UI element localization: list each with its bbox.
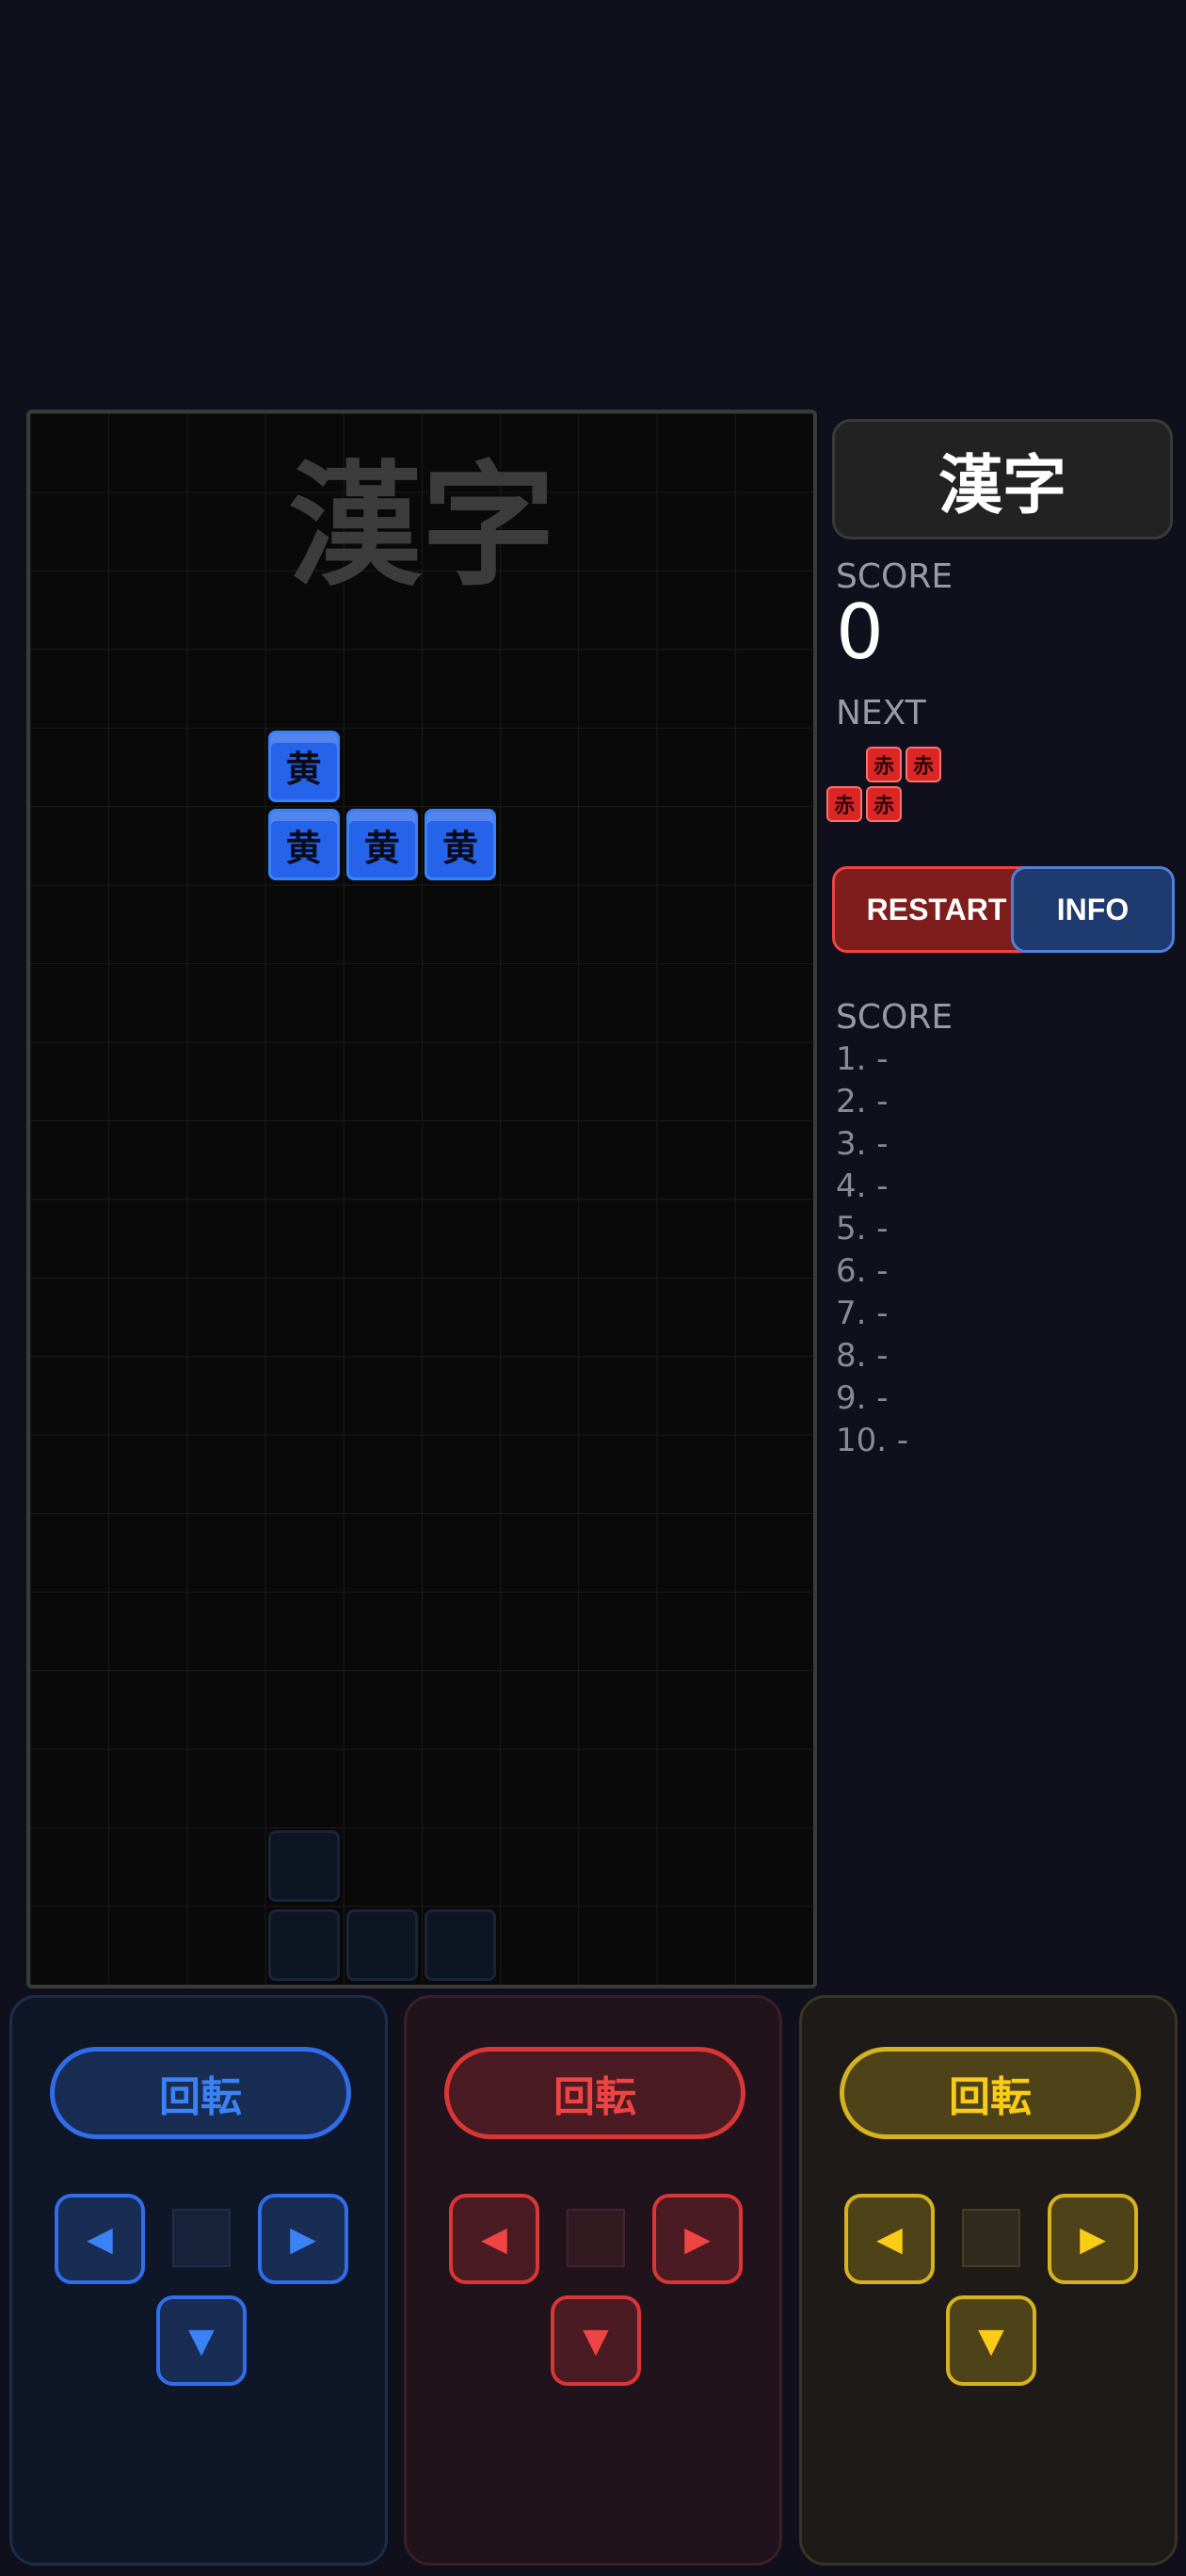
red-controller: 回転 ◀ ▶ ▼ <box>404 1995 782 2566</box>
ranking-item: 3. - <box>836 1125 889 1163</box>
ranking-item: 6. - <box>836 1252 889 1290</box>
yellow-down-button[interactable]: ▼ <box>946 2295 1036 2386</box>
arrow-left-icon: ◀ <box>481 2219 507 2259</box>
blue-right-button[interactable]: ▶ <box>258 2194 348 2284</box>
active-piece-block: 黄 <box>267 730 340 802</box>
red-right-button[interactable]: ▶ <box>652 2194 743 2284</box>
ranking-label: SCORE <box>836 998 954 1037</box>
score-value: 0 <box>836 588 884 676</box>
active-piece-block: 黄 <box>425 809 496 881</box>
next-label: NEXT <box>836 694 926 733</box>
arrow-down-icon: ▼ <box>583 2321 609 2360</box>
ghost-piece-block <box>425 1908 496 1981</box>
red-left-button[interactable]: ◀ <box>449 2194 539 2284</box>
ranking-item: 5. - <box>836 1210 889 1248</box>
yellow-controller: 回転 ◀ ▶ ▼ <box>799 1995 1178 2566</box>
yellow-rotate-button[interactable]: 回転 <box>840 2047 1141 2139</box>
ranking-item: 7. - <box>836 1295 889 1332</box>
ranking-item: 10. - <box>836 1422 909 1459</box>
yellow-dpad-center <box>962 2209 1020 2267</box>
yellow-left-button[interactable]: ◀ <box>844 2194 935 2284</box>
blue-left-button[interactable]: ◀ <box>55 2194 145 2284</box>
ranking-list: 1. - 2. - 3. - 4. - 5. - 6. - 7. - 8. - … <box>836 1038 908 1462</box>
ghost-piece-block <box>345 1908 418 1981</box>
next-piece-block: 赤 <box>866 747 902 782</box>
ghost-piece-block <box>267 1830 340 1903</box>
arrow-left-icon: ◀ <box>87 2219 113 2259</box>
arrow-down-icon: ▼ <box>188 2321 215 2360</box>
arrow-down-icon: ▼ <box>978 2321 1004 2360</box>
arrow-right-icon: ▶ <box>684 2219 711 2259</box>
game-board[interactable]: 漢字 黄 黄 黄 黄 <box>26 410 817 1988</box>
next-piece-block: 赤 <box>906 747 941 782</box>
game-title: 漢字 <box>832 419 1173 539</box>
blue-down-button[interactable]: ▼ <box>156 2295 247 2386</box>
ranking-item: 8. - <box>836 1337 889 1375</box>
board-watermark-title: 漢字 <box>288 449 555 604</box>
blue-controller: 回転 ◀ ▶ ▼ <box>9 1995 388 2566</box>
active-piece-block: 黄 <box>345 809 418 881</box>
red-down-button[interactable]: ▼ <box>551 2295 641 2386</box>
next-piece-block: 赤 <box>826 786 862 822</box>
info-button[interactable]: INFO <box>1011 866 1175 953</box>
arrow-right-icon: ▶ <box>1080 2219 1106 2259</box>
restart-button[interactable]: RESTART <box>832 866 1041 953</box>
arrow-left-icon: ◀ <box>876 2219 903 2259</box>
ranking-item: 1. - <box>836 1040 889 1078</box>
next-piece-block: 赤 <box>866 786 902 822</box>
arrow-right-icon: ▶ <box>290 2219 316 2259</box>
ranking-item: 4. - <box>836 1167 889 1205</box>
active-piece-block: 黄 <box>267 809 340 881</box>
ghost-piece-block <box>267 1908 340 1981</box>
blue-dpad-center <box>172 2209 231 2267</box>
red-rotate-button[interactable]: 回転 <box>444 2047 745 2139</box>
ranking-item: 2. - <box>836 1083 889 1120</box>
yellow-right-button[interactable]: ▶ <box>1048 2194 1138 2284</box>
ranking-item: 9. - <box>836 1379 889 1417</box>
red-dpad-center <box>567 2209 625 2267</box>
blue-rotate-button[interactable]: 回転 <box>50 2047 351 2139</box>
